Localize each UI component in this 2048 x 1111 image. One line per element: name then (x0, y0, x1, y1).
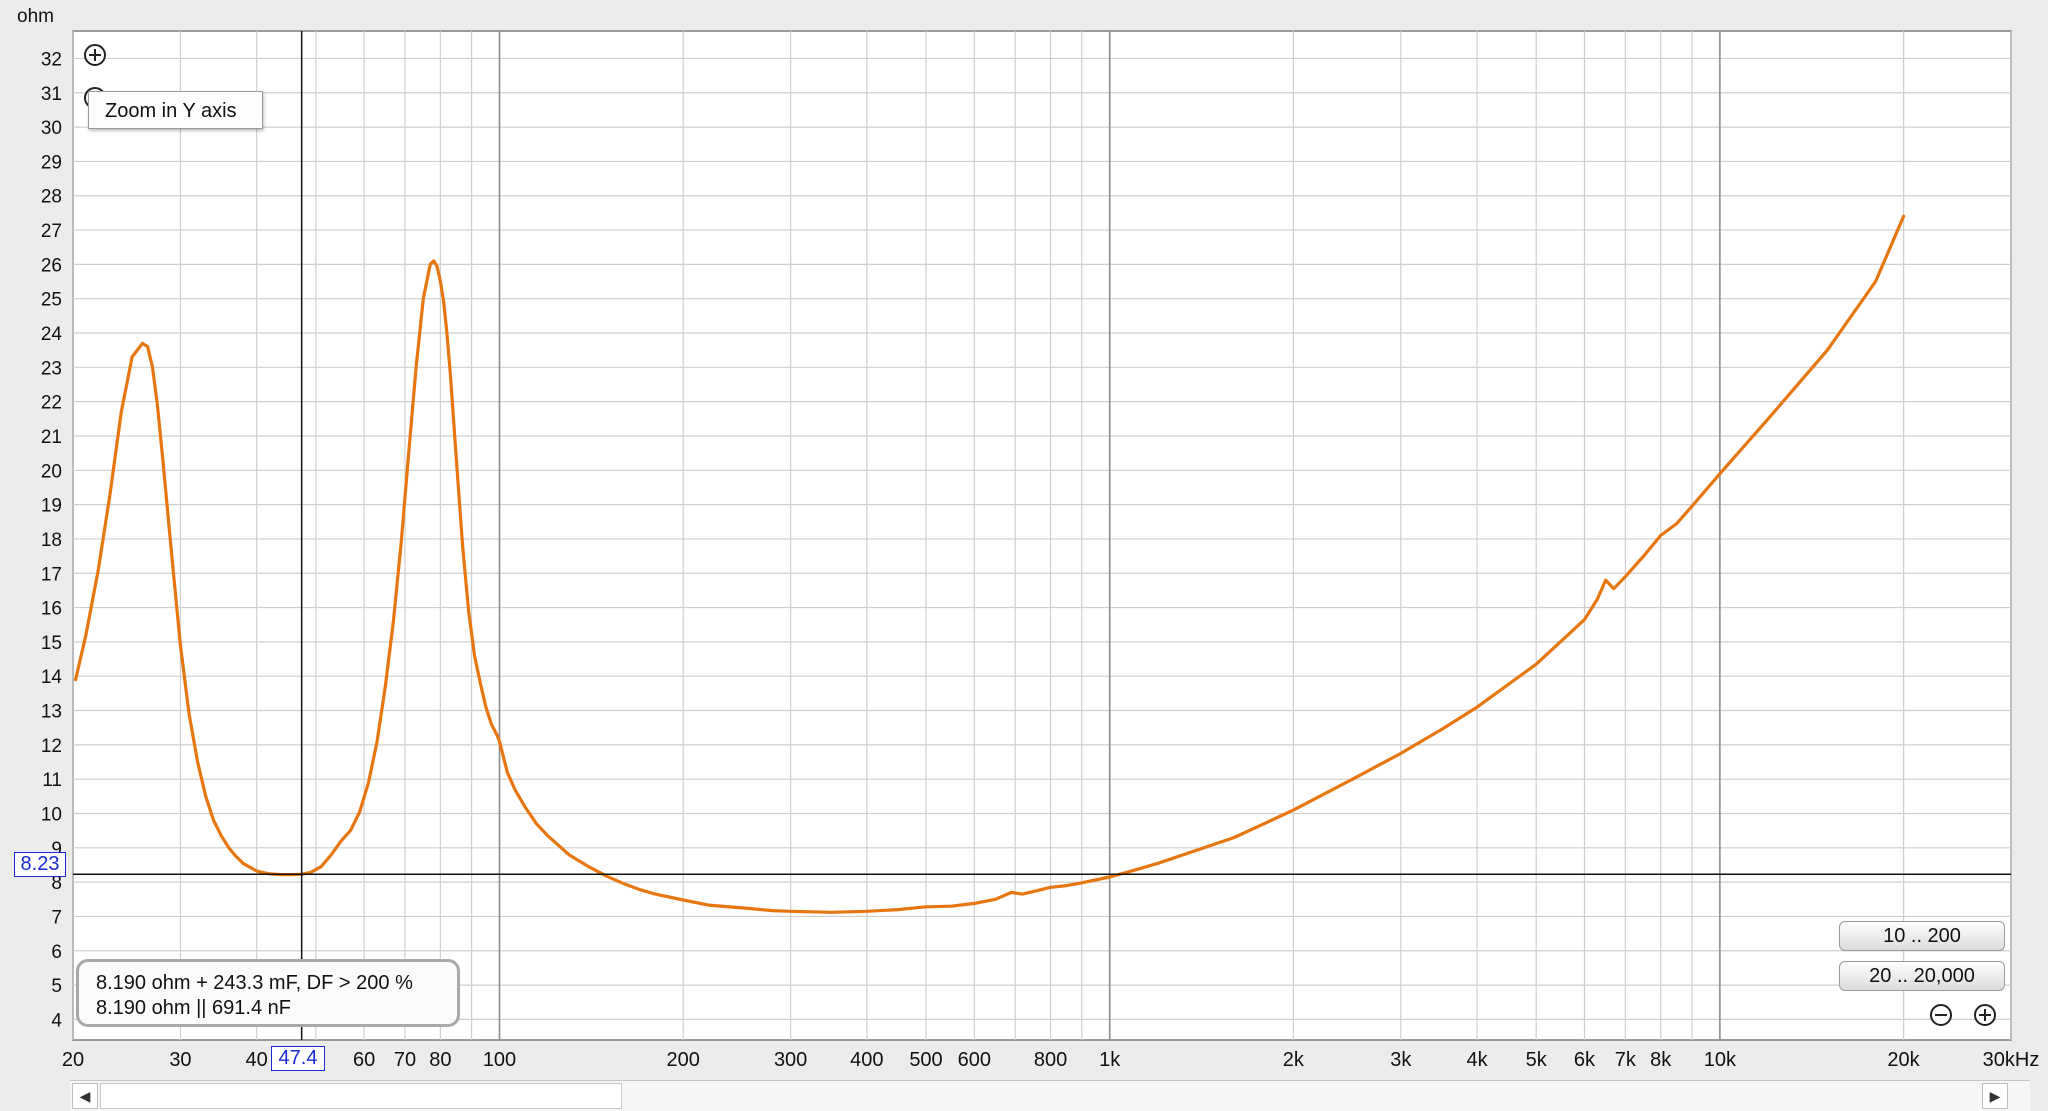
x-tick-label: 20k (1887, 1049, 1920, 1071)
x-tick-label: 100 (483, 1049, 516, 1071)
y-tick-label: 15 (41, 633, 62, 654)
x-tick-label: 10k (1704, 1049, 1737, 1071)
x-tick-label: 6k (1574, 1049, 1596, 1071)
scrollbar-thumb[interactable] (100, 1083, 622, 1109)
y-tick-label: 5 (51, 976, 62, 997)
y-tick-label: 21 (41, 427, 62, 448)
x-tick-label: 30 (169, 1049, 191, 1071)
arrow-left-icon[interactable]: ◀ (72, 1083, 98, 1109)
x-tick-label: 80 (429, 1049, 451, 1071)
x-tick-label: 4k (1466, 1049, 1488, 1071)
y-tick-label: 29 (41, 152, 62, 173)
range-20-20000-button[interactable]: 20 .. 20,000 (1839, 961, 2005, 991)
x-tick-label: 7k (1615, 1049, 1637, 1071)
info-line-parallel: 8.190 ohm || 691.4 nF (96, 997, 291, 1019)
y-tick-label: 22 (41, 393, 62, 414)
y-tick-label: 25 (41, 290, 62, 311)
y-tick-label: 10 (41, 804, 62, 825)
x-tick-label: 200 (666, 1049, 699, 1071)
y-tick-label: 17 (41, 564, 62, 585)
cursor-y-readout: 8.23 (14, 852, 66, 877)
y-tick-label: 18 (41, 530, 62, 551)
y-tick-label: 27 (41, 221, 62, 242)
y-tick-label: 28 (41, 187, 62, 208)
x-tick-label: 500 (909, 1049, 942, 1071)
impedance-info-box: 8.190 ohm + 243.3 mF, DF > 200 % 8.190 o… (76, 959, 460, 1027)
zoom-tooltip: Zoom in Y axis (88, 91, 263, 129)
x-tick-label: 20 (62, 1049, 84, 1071)
impedance-chart[interactable]: 4567891011121314151617181920212223242526… (0, 0, 2048, 1110)
x-tick-label: 800 (1034, 1049, 1067, 1071)
y-tick-label: 19 (41, 496, 62, 517)
zoom-in-x-icon[interactable] (1972, 1002, 1998, 1028)
zoom-in-icon[interactable] (82, 42, 108, 68)
y-tick-label: 12 (41, 736, 62, 757)
y-tick-label: 31 (41, 84, 62, 105)
x-tick-label: 2k (1283, 1049, 1305, 1071)
x-tick-label: 3k (1390, 1049, 1412, 1071)
y-tick-label: 6 (51, 942, 62, 963)
y-tick-label: 13 (41, 702, 62, 723)
y-tick-label: 20 (41, 461, 62, 482)
y-tick-label: 16 (41, 599, 62, 620)
x-tick-label: 40 (246, 1049, 268, 1071)
x-tick-label: 70 (394, 1049, 416, 1071)
y-axis-unit-label: ohm (17, 6, 54, 27)
y-tick-label: 11 (42, 770, 62, 791)
y-tick-label: 24 (41, 324, 63, 345)
x-tick-label: 5k (1526, 1049, 1548, 1071)
y-tick-label: 14 (41, 667, 63, 688)
horizontal-scrollbar[interactable]: ◀ ▶ (70, 1080, 2030, 1111)
x-tick-label: 400 (850, 1049, 883, 1071)
y-tick-label: 23 (41, 358, 62, 379)
arrow-right-icon[interactable]: ▶ (1982, 1083, 2008, 1109)
x-tick-label: 600 (958, 1049, 991, 1071)
x-tick-label: 30kHz (1983, 1049, 2040, 1071)
range-10-200-button[interactable]: 10 .. 200 (1839, 921, 2005, 951)
cursor-x-readout: 47.4 (271, 1046, 325, 1071)
y-tick-label: 32 (41, 49, 62, 70)
y-tick-label: 4 (51, 1010, 62, 1031)
y-tick-label: 7 (51, 907, 62, 928)
x-tick-label: 8k (1650, 1049, 1672, 1071)
y-tick-label: 30 (41, 118, 62, 139)
x-tick-label: 300 (774, 1049, 807, 1071)
x-tick-label: 1k (1099, 1049, 1121, 1071)
x-tick-label: 60 (353, 1049, 375, 1071)
info-line-series: 8.190 ohm + 243.3 mF, DF > 200 % (96, 972, 413, 994)
zoom-out-x-icon[interactable] (1928, 1002, 1954, 1028)
y-tick-label: 26 (41, 255, 62, 276)
